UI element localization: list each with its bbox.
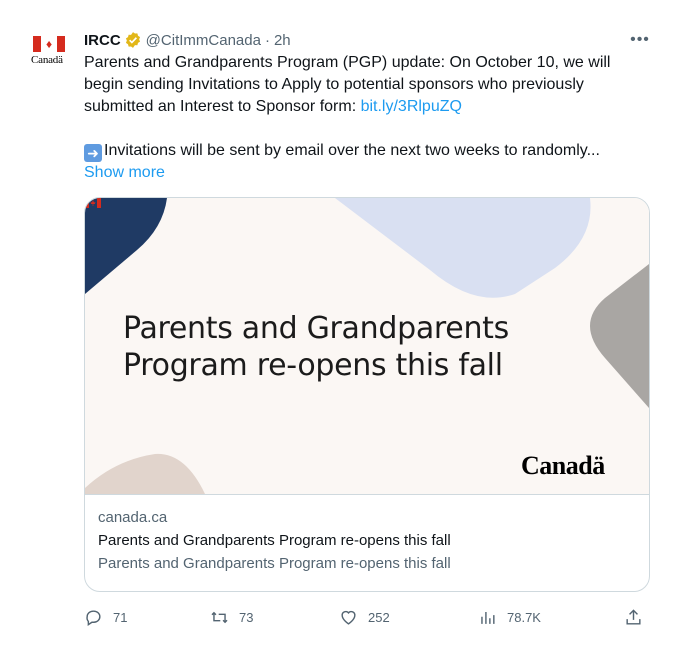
more-options-icon[interactable]: ••• (628, 28, 652, 52)
tweet-action-bar: 71 73 252 78.7K (84, 604, 648, 630)
author-name[interactable]: IRCC (84, 32, 121, 49)
beige-shape (85, 453, 205, 494)
canada-wordmark: Canadä (521, 451, 605, 480)
like-button[interactable]: 252 (339, 604, 390, 630)
card-domain: canada.ca (98, 509, 168, 526)
card-image-headline: Parents and Grandparents Program re-open… (123, 310, 509, 384)
tweet-paragraph-2-text: Invitations will be sent by email over t… (104, 142, 600, 159)
share-icon (626, 608, 641, 625)
tweet-link[interactable]: bit.ly/3RlpuZQ (361, 98, 462, 115)
card-headline-line-1: Parents and Grandparents (123, 311, 509, 346)
reply-count: 71 (113, 609, 128, 625)
canada-flag-icon: ♦ (33, 36, 65, 52)
author-handle[interactable]: @CitImmCanada (146, 32, 261, 49)
separator-dot: · (264, 31, 270, 49)
card-info[interactable]: canada.ca Parents and Grandparents Progr… (85, 494, 649, 591)
retweet-count: 73 (239, 609, 254, 625)
reply-icon (86, 609, 101, 626)
views-chart-icon (481, 611, 495, 624)
tweet-text: Parents and Grandparents Program (PGP) u… (84, 52, 644, 184)
verified-badge-icon[interactable] (124, 31, 142, 49)
tweet-paragraph-2: ➜ Invitations will be sent by email over … (84, 140, 644, 184)
card-image[interactable]: Parents and Grandparents Program re-open… (85, 198, 649, 494)
card-title: Parents and Grandparents Program re-open… (98, 532, 451, 549)
gray-shape (590, 264, 649, 408)
tweet-paragraph-1: Parents and Grandparents Program (PGP) u… (84, 52, 644, 118)
tweet-header: IRCC @CitImmCanada · 2h (84, 30, 291, 50)
card-description: Parents and Grandparents Program re-open… (98, 555, 451, 572)
retweet-button[interactable]: 73 (210, 604, 253, 630)
show-more-link[interactable]: Show more (84, 164, 165, 181)
reply-button[interactable]: 71 (84, 604, 127, 630)
views-button[interactable]: 78.7K (478, 604, 541, 630)
navy-shape (85, 198, 167, 294)
views-count: 78.7K (507, 609, 541, 625)
tweet-paragraph-1-text: Parents and Grandparents Program (PGP) u… (84, 54, 611, 115)
right-arrow-emoji-icon: ➜ (84, 144, 102, 162)
share-button[interactable] (624, 604, 653, 630)
link-preview-card[interactable]: Parents and Grandparents Program re-open… (84, 197, 650, 592)
avatar-wordmark: Canadä (31, 54, 63, 66)
like-count: 252 (368, 609, 390, 625)
heart-icon (341, 610, 356, 625)
canada-flag-icon (85, 198, 101, 208)
card-headline-line-2: Program re-opens this fall (123, 348, 503, 383)
tweet-timestamp[interactable]: 2h (274, 32, 291, 49)
avatar[interactable]: ♦ Canadä (20, 20, 76, 76)
lavender-shape (335, 198, 591, 298)
retweet-icon (211, 611, 228, 623)
